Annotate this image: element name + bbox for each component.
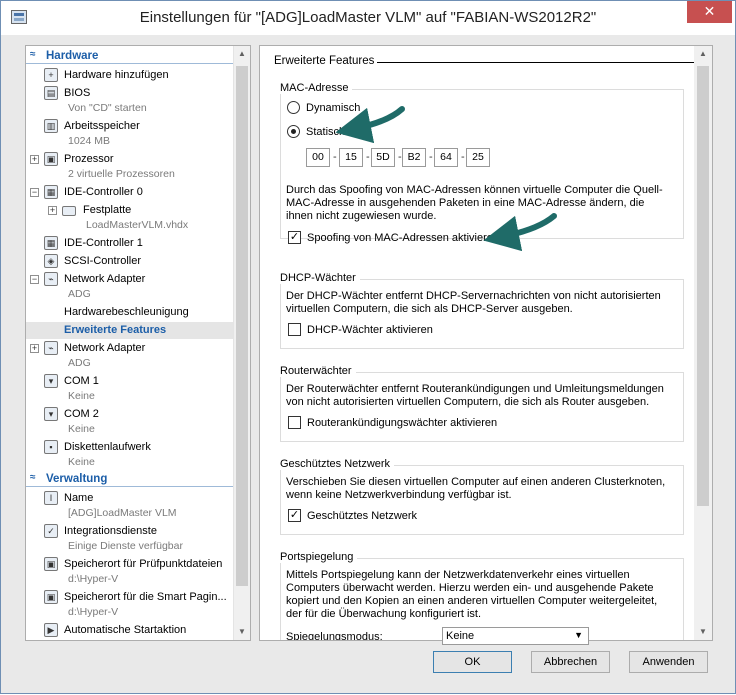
annotation-arrow-static <box>335 106 405 144</box>
apply-button[interactable]: Anwenden <box>629 651 708 673</box>
annotation-arrows <box>335 106 557 252</box>
cancel-button[interactable]: Abbrechen <box>531 651 610 673</box>
settings-window: Einstellungen für "[ADG]LoadMaster VLM" … <box>0 0 736 694</box>
ok-button[interactable]: OK <box>433 651 512 673</box>
annotation-arrow-spoofing <box>483 213 557 252</box>
